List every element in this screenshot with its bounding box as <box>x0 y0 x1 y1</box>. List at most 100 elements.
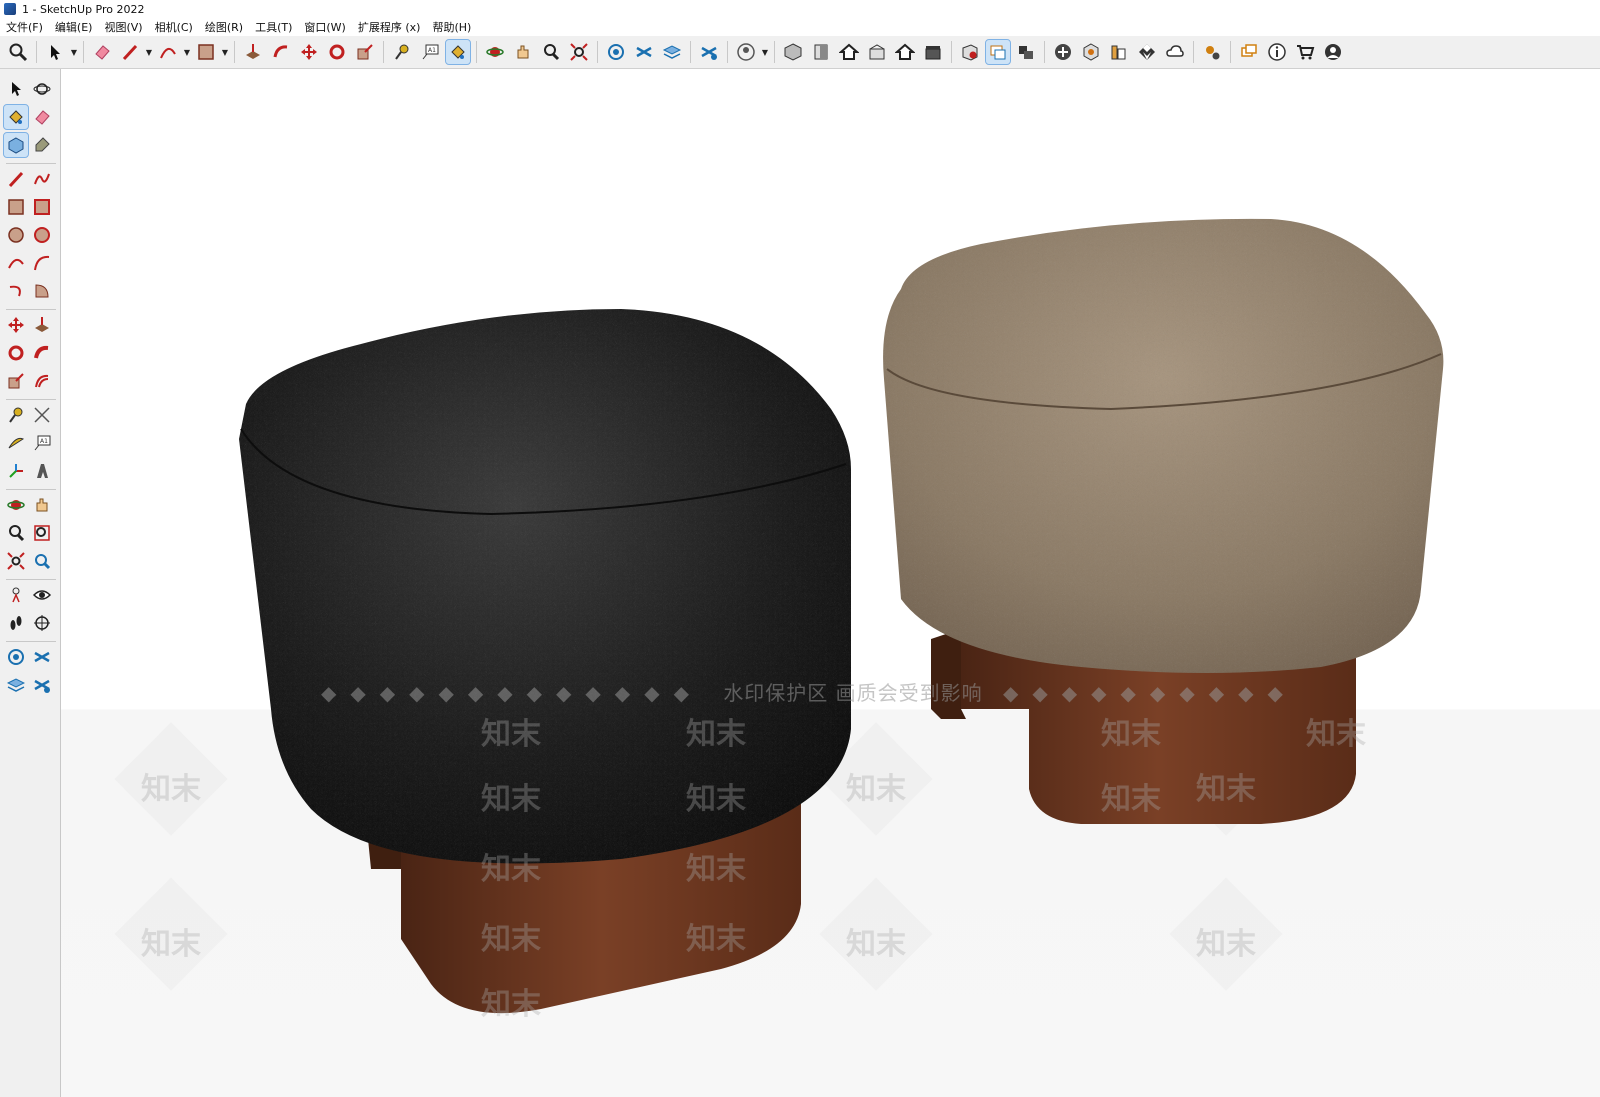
report-icon[interactable] <box>1107 40 1131 64</box>
back-view-icon[interactable] <box>893 40 917 64</box>
zoom-icon[interactable] <box>4 521 28 545</box>
orbit-icon[interactable] <box>4 493 28 517</box>
dimension-icon[interactable] <box>30 403 54 427</box>
cloud-icon[interactable] <box>1163 40 1187 64</box>
protractor-icon[interactable] <box>4 431 28 455</box>
info-icon[interactable] <box>1265 40 1289 64</box>
menu-tools[interactable]: 工具(T) <box>249 19 298 35</box>
previous-view-icon[interactable] <box>30 549 54 573</box>
select-icon[interactable] <box>4 77 28 101</box>
extension-icon[interactable] <box>1200 40 1224 64</box>
pan-icon[interactable] <box>30 493 54 517</box>
zoom-window-icon[interactable] <box>30 521 54 545</box>
follow-me-icon[interactable] <box>269 40 293 64</box>
stool-dark[interactable] <box>239 309 851 1014</box>
right-view-icon[interactable] <box>865 40 889 64</box>
account-icon[interactable] <box>1321 40 1345 64</box>
eraser-icon[interactable] <box>30 105 54 129</box>
scale-icon[interactable] <box>353 40 377 64</box>
circle-icon[interactable] <box>4 223 28 247</box>
zoom-extents-icon[interactable] <box>567 40 591 64</box>
section-plane-icon[interactable] <box>30 611 54 635</box>
menu-file[interactable]: 文件(F) <box>0 19 49 35</box>
offset-icon[interactable] <box>30 369 54 393</box>
line-icon[interactable] <box>4 167 28 191</box>
pan-icon[interactable] <box>511 40 535 64</box>
rotate-icon[interactable] <box>4 341 28 365</box>
pie-icon[interactable] <box>30 279 54 303</box>
arc-icon[interactable] <box>156 40 180 64</box>
rectangle-icon[interactable] <box>4 195 28 219</box>
scene-icon[interactable] <box>958 40 982 64</box>
freehand-icon[interactable] <box>30 167 54 191</box>
move-icon[interactable] <box>297 40 321 64</box>
menu-edit[interactable]: 编辑(E) <box>49 19 99 35</box>
chevron-down-icon[interactable]: ▼ <box>760 40 770 64</box>
push-pull-icon[interactable] <box>241 40 265 64</box>
rectangle-icon[interactable] <box>194 40 218 64</box>
solid-tools-icon[interactable] <box>1079 40 1103 64</box>
tag-icon[interactable] <box>30 133 54 157</box>
menu-window[interactable]: 窗口(W) <box>298 19 351 35</box>
tape-measure-icon[interactable] <box>390 40 414 64</box>
move-icon[interactable] <box>4 313 28 337</box>
polygon-icon[interactable] <box>30 223 54 247</box>
comment-icon[interactable] <box>1237 40 1261 64</box>
paint-bucket-icon[interactable] <box>445 39 471 65</box>
chevron-down-icon[interactable]: ▼ <box>144 40 154 64</box>
two-point-arc-icon[interactable] <box>30 251 54 275</box>
zoom-icon[interactable] <box>6 40 30 64</box>
user-icon[interactable] <box>734 40 758 64</box>
checker-icon[interactable] <box>1135 40 1159 64</box>
text-icon[interactable]: A1 <box>418 40 442 64</box>
menu-help[interactable]: 帮助(H) <box>426 19 477 35</box>
rotated-rectangle-icon[interactable] <box>30 195 54 219</box>
menu-draw[interactable]: 绘图(R) <box>199 19 249 35</box>
section-display-icon[interactable] <box>4 645 28 669</box>
component-icon[interactable] <box>3 132 29 158</box>
three-point-arc-icon[interactable] <box>4 279 28 303</box>
menu-view[interactable]: 视图(V) <box>98 19 148 35</box>
chevron-down-icon[interactable]: ▼ <box>220 40 230 64</box>
orbit-icon[interactable] <box>483 40 507 64</box>
orbit-icon[interactable] <box>30 77 54 101</box>
styles-icon[interactable] <box>30 645 54 669</box>
rotate-icon[interactable] <box>325 40 349 64</box>
pencil-icon[interactable] <box>118 40 142 64</box>
component-icon[interactable] <box>697 40 721 64</box>
chevron-down-icon[interactable]: ▼ <box>182 40 192 64</box>
eraser-icon[interactable] <box>90 40 114 64</box>
front-view-icon[interactable] <box>809 40 833 64</box>
camera-icon[interactable] <box>1014 40 1038 64</box>
zoom-window-icon[interactable] <box>539 40 563 64</box>
arc-icon[interactable] <box>4 251 28 275</box>
chevron-down-icon[interactable]: ▼ <box>69 40 79 64</box>
layer-icon[interactable] <box>4 673 28 697</box>
3d-text-icon[interactable] <box>30 459 54 483</box>
text-icon[interactable]: A1 <box>30 431 54 455</box>
zoom-extents-icon[interactable] <box>4 549 28 573</box>
home-icon[interactable] <box>837 40 861 64</box>
follow-me-icon[interactable] <box>30 341 54 365</box>
add-icon[interactable] <box>1051 40 1075 64</box>
push-pull-icon[interactable] <box>30 313 54 337</box>
section-plane-icon[interactable] <box>604 40 628 64</box>
axes-icon[interactable] <box>4 459 28 483</box>
look-around-icon[interactable] <box>30 583 54 607</box>
iso-view-icon[interactable] <box>781 40 805 64</box>
style-icon[interactable] <box>632 40 656 64</box>
model-viewport[interactable]: ◆◆◆◆◆◆◆◆◆◆◆◆◆ 水印保护区 画质会受到影响 ◆◆◆◆◆◆◆◆◆◆ 知… <box>61 69 1600 1097</box>
menu-camera[interactable]: 相机(C) <box>149 19 199 35</box>
layer-icon[interactable] <box>660 40 684 64</box>
tape-measure-icon[interactable] <box>4 403 28 427</box>
position-camera-icon[interactable] <box>4 583 28 607</box>
model-info-icon[interactable] <box>985 39 1011 65</box>
walk-icon[interactable] <box>4 611 28 635</box>
select-icon[interactable] <box>43 40 67 64</box>
scene-update-icon[interactable] <box>30 673 54 697</box>
paint-bucket-icon[interactable] <box>3 104 29 130</box>
left-view-icon[interactable] <box>921 40 945 64</box>
cart-icon[interactable] <box>1293 40 1317 64</box>
menu-extensions[interactable]: 扩展程序 (x) <box>352 19 427 35</box>
scale-icon[interactable] <box>4 369 28 393</box>
